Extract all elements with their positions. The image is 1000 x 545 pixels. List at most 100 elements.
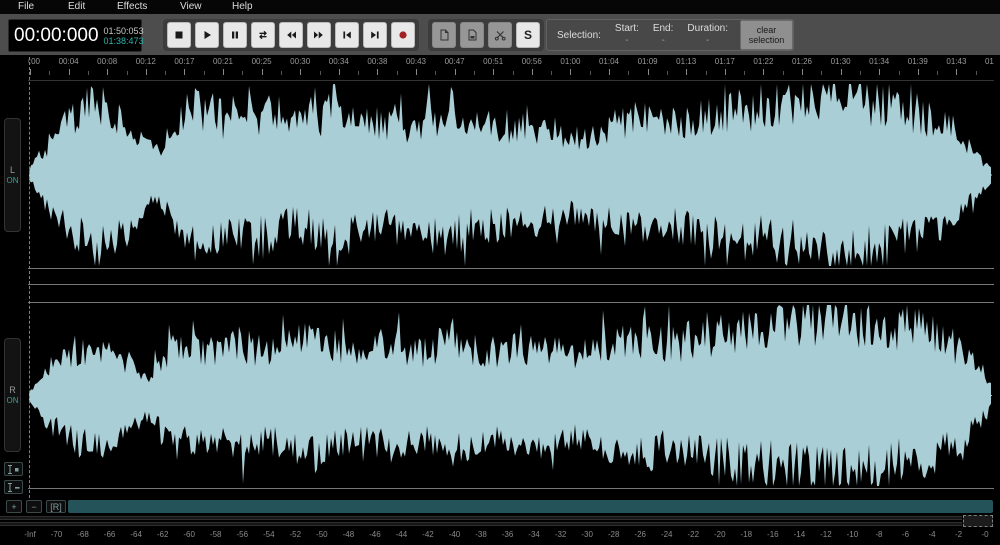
ruler-tick-minor [242, 71, 243, 75]
stop-button[interactable] [167, 22, 191, 48]
zoom-out-button[interactable]: − [26, 500, 42, 513]
menu-effects[interactable]: Effects [117, 1, 147, 12]
current-time: 00:00:000 [14, 25, 99, 47]
ruler-tick-major [184, 69, 185, 75]
ruler-tick-minor [281, 71, 282, 75]
timeline-ruler[interactable]: 00:0000:0400:0800:1200:1700:2100:2500:30… [28, 55, 994, 80]
zoom-reset-button[interactable]: [R] [46, 500, 66, 513]
db-label: -66 [104, 530, 116, 539]
ruler-label: 00:08 [97, 57, 117, 66]
play-icon [200, 28, 214, 42]
db-label: -14 [794, 530, 806, 539]
clear-selection-button[interactable]: clear selection [740, 20, 793, 50]
ruler-tick-minor [397, 71, 398, 75]
waveform-left-channel[interactable] [29, 82, 992, 268]
selection-start-label: Start: [615, 23, 639, 35]
time-display: 00:00:000 01:50:053 01:38:473 [8, 19, 142, 52]
playhead-cursor[interactable] [29, 57, 30, 498]
waveform-area: L ON R ON [0, 80, 1000, 500]
new-file-button[interactable] [432, 22, 456, 48]
ruler-label: 00:34 [329, 57, 349, 66]
ruler-tick-major [725, 69, 726, 75]
vertical-zoom-in-button[interactable] [4, 462, 23, 476]
waveform-right-channel[interactable] [29, 303, 992, 488]
ruler-tick-major [30, 69, 31, 75]
db-label: -62 [157, 530, 169, 539]
track-divider [28, 488, 994, 489]
cut-icon [493, 28, 507, 42]
ruler-tick-minor [744, 71, 745, 75]
db-label: -28 [608, 530, 620, 539]
db-label: -20 [714, 530, 726, 539]
ruler-tick-minor [435, 71, 436, 75]
vertical-zoom-out-button[interactable] [4, 480, 23, 494]
menu-file[interactable]: File [18, 1, 34, 12]
selection-duration-label: Duration: [687, 23, 728, 35]
cut-button[interactable] [488, 22, 512, 48]
ruler-tick-major [339, 69, 340, 75]
play-button[interactable] [195, 22, 219, 48]
ruler-tick-minor [899, 71, 900, 75]
skip-to-end-button[interactable] [363, 22, 387, 48]
horizontal-scrollbar[interactable] [68, 500, 993, 513]
db-label: -26 [634, 530, 646, 539]
right-channel-toggle[interactable]: R ON [4, 338, 21, 452]
ruler-label: 00:56 [522, 57, 542, 66]
ruler-label: 00:12 [136, 57, 156, 66]
selection-start-value: - [625, 35, 628, 47]
db-label: -68 [77, 530, 89, 539]
ruler-label: 00:47 [445, 57, 465, 66]
ruler-tick-major [300, 69, 301, 75]
db-label: -18 [741, 530, 753, 539]
pause-button[interactable] [223, 22, 247, 48]
ruler-tick-minor [937, 71, 938, 75]
ruler-label: 01:09 [638, 57, 658, 66]
ruler-tick-major [686, 69, 687, 75]
skip-to-start-button[interactable] [335, 22, 359, 48]
ruler-tick-major [802, 69, 803, 75]
db-label: -0 [982, 530, 989, 539]
menu-bar: File Edit Effects View Help [0, 0, 1000, 14]
left-channel-letter: L [10, 165, 15, 175]
left-channel-toggle[interactable]: L ON [4, 118, 21, 232]
record-button[interactable] [391, 22, 415, 48]
ruler-tick-major [879, 69, 880, 75]
menu-help[interactable]: Help [232, 1, 253, 12]
ruler-label: 00:43 [406, 57, 426, 66]
ruler-tick-minor [49, 71, 50, 75]
db-label: -54 [263, 530, 275, 539]
selection-duration-value: - [706, 35, 709, 47]
db-label: -22 [687, 530, 699, 539]
zoom-in-button[interactable]: + [6, 500, 22, 513]
rewind-button[interactable] [279, 22, 303, 48]
ruler-tick-minor [204, 71, 205, 75]
db-label: -36 [502, 530, 514, 539]
save-session-button[interactable]: S [516, 22, 540, 48]
ruler-tick-major [493, 69, 494, 75]
db-label: -48 [343, 530, 355, 539]
loop-button[interactable] [251, 22, 275, 48]
ruler-tick-minor [590, 71, 591, 75]
db-label: -32 [555, 530, 567, 539]
export-file-button[interactable] [460, 22, 484, 48]
ruler-tick-minor [320, 71, 321, 75]
left-channel-state: ON [7, 176, 19, 185]
ruler-tick-major [648, 69, 649, 75]
menu-view[interactable]: View [180, 1, 202, 12]
vertical-zoom-in-icon [15, 468, 19, 472]
pause-icon [228, 28, 242, 42]
clip-indicator [963, 515, 993, 527]
ruler-label: 00:04 [59, 57, 79, 66]
fast-forward-button[interactable] [307, 22, 331, 48]
export-file-icon [465, 28, 479, 42]
ruler-tick-minor [667, 71, 668, 75]
db-label: -50 [316, 530, 328, 539]
ruler-tick-minor [127, 71, 128, 75]
remaining-time: 01:38:473 [104, 36, 144, 46]
db-label: -30 [581, 530, 593, 539]
menu-edit[interactable]: Edit [68, 1, 85, 12]
db-label: -46 [369, 530, 381, 539]
ruler-tick-major [956, 69, 957, 75]
ruler-label: 01:30 [831, 57, 851, 66]
db-label: -8 [875, 530, 882, 539]
